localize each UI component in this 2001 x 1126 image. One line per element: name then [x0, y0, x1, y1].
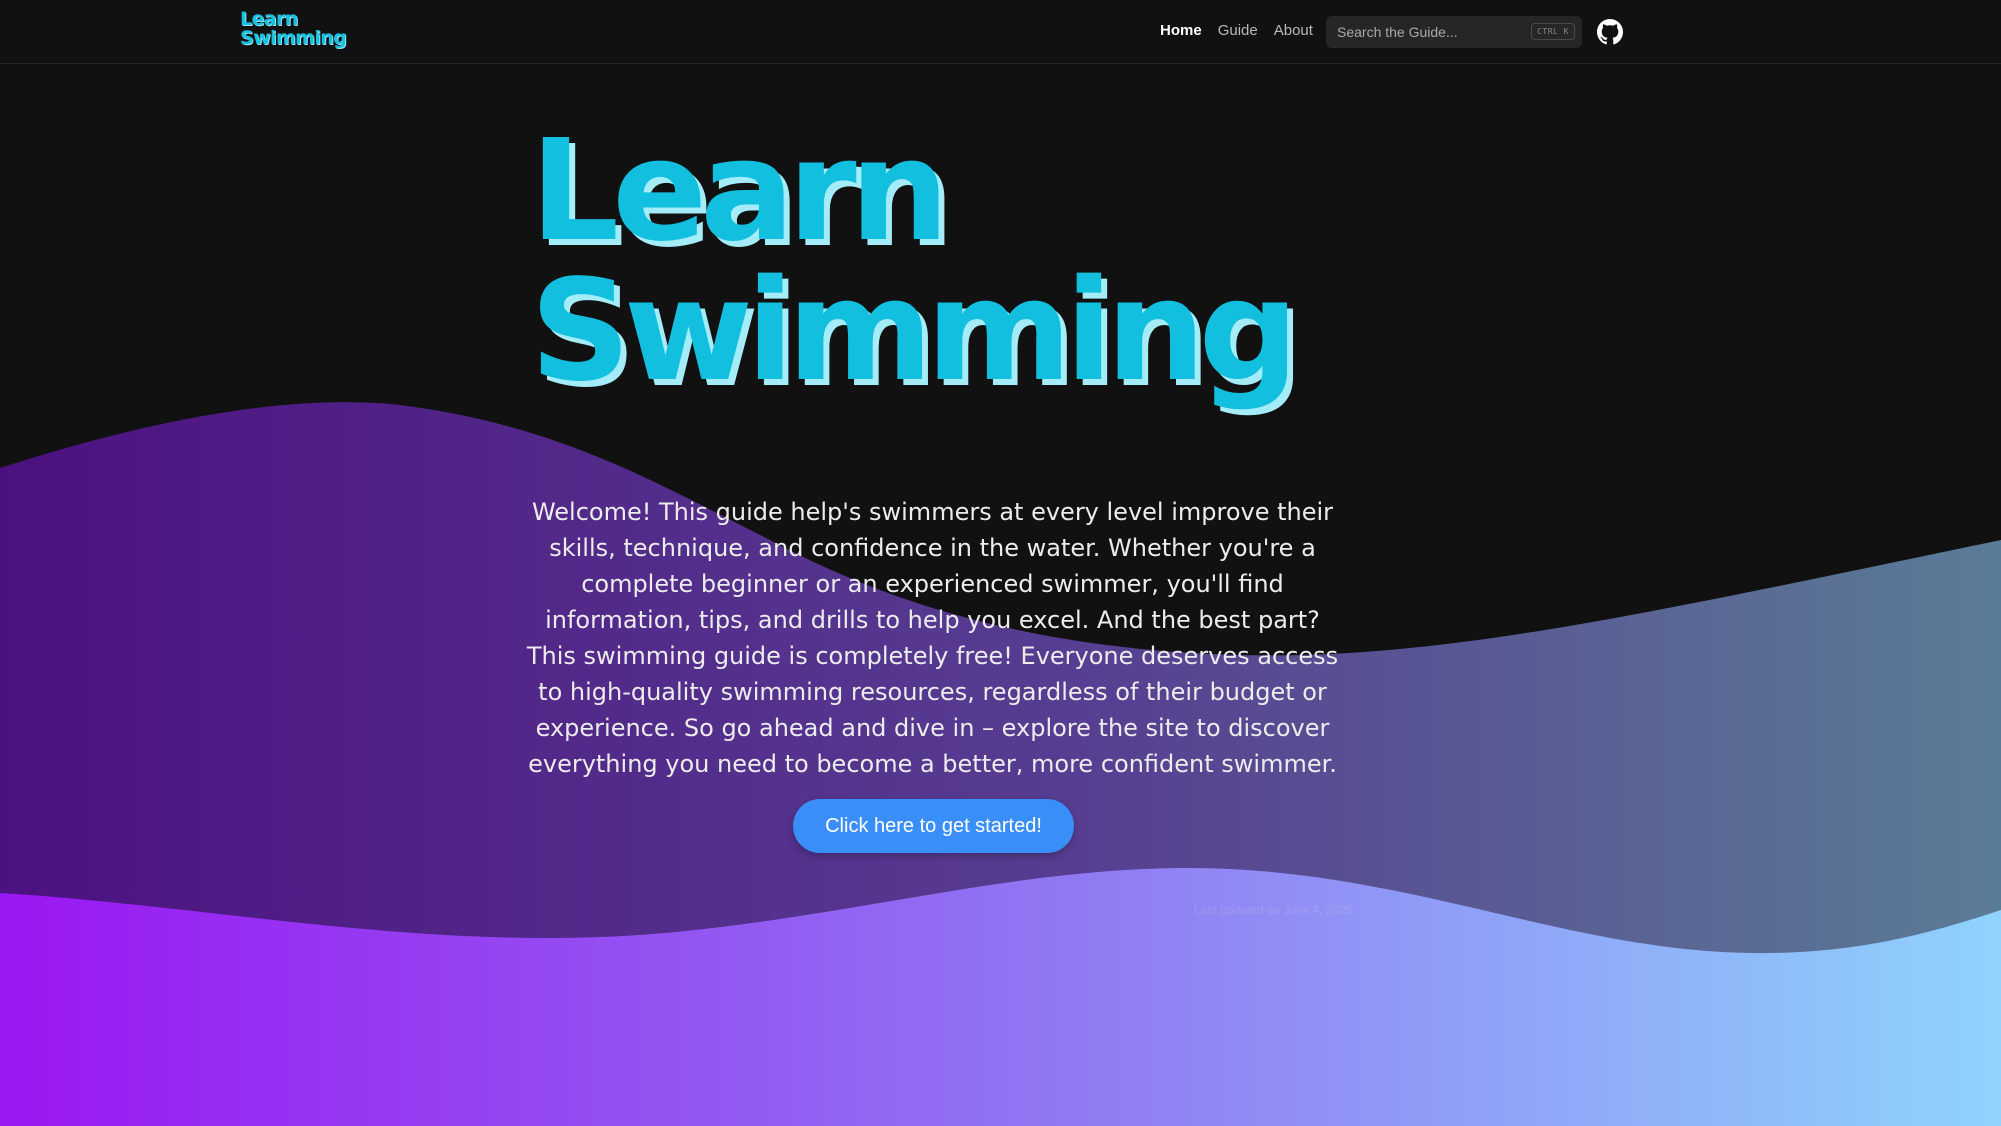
site-logo[interactable]: Learn Swimming	[240, 10, 347, 49]
hero-title-line-2: Swimming	[530, 250, 1299, 413]
hero-title: Learn Swimming	[530, 110, 1299, 413]
nav-link-guide[interactable]: Guide	[1218, 22, 1258, 39]
hero-title-line-1: Learn	[530, 110, 949, 273]
page: Learn Swimming Home Guide About CTRL K L…	[0, 0, 2001, 1126]
search-box[interactable]: CTRL K	[1326, 16, 1582, 48]
nav-links: Home Guide About	[1160, 22, 1313, 39]
search-input[interactable]	[1326, 16, 1526, 48]
last-updated-text: Last updated on June 4, 2025	[1194, 903, 1353, 917]
top-navbar: Learn Swimming Home Guide About CTRL K	[0, 0, 2001, 64]
github-icon[interactable]	[1597, 19, 1623, 45]
logo-line-2: Swimming	[240, 27, 347, 49]
nav-link-home[interactable]: Home	[1160, 22, 1202, 39]
nav-link-about[interactable]: About	[1274, 22, 1313, 39]
search-shortcut-badge: CTRL K	[1531, 23, 1575, 40]
get-started-button[interactable]: Click here to get started!	[793, 799, 1074, 853]
intro-paragraph: Welcome! This guide help's swimmers at e…	[526, 498, 1339, 778]
